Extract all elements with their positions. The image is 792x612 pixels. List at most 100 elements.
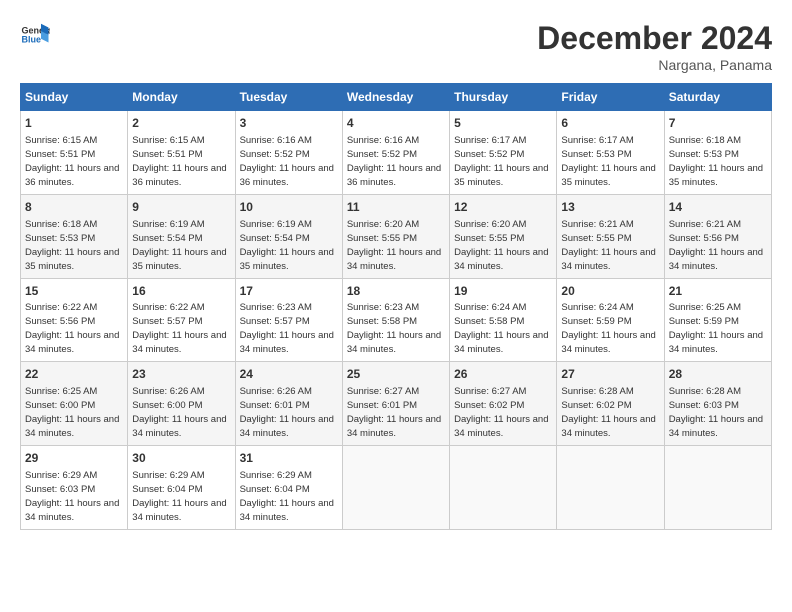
day-info: Sunrise: 6:19 AMSunset: 5:54 PMDaylight:… bbox=[240, 219, 334, 272]
calendar-day-cell: 7 Sunrise: 6:18 AMSunset: 5:53 PMDayligh… bbox=[664, 111, 771, 195]
day-info: Sunrise: 6:23 AMSunset: 5:58 PMDaylight:… bbox=[347, 302, 441, 355]
day-info: Sunrise: 6:18 AMSunset: 5:53 PMDaylight:… bbox=[25, 219, 119, 272]
day-number: 4 bbox=[347, 115, 445, 132]
calendar-header-row: SundayMondayTuesdayWednesdayThursdayFrid… bbox=[21, 84, 772, 111]
day-number: 19 bbox=[454, 283, 552, 300]
day-info: Sunrise: 6:16 AMSunset: 5:52 PMDaylight:… bbox=[347, 135, 441, 188]
calendar-day-header: Sunday bbox=[21, 84, 128, 111]
calendar-day-cell bbox=[450, 446, 557, 530]
day-number: 21 bbox=[669, 283, 767, 300]
day-number: 3 bbox=[240, 115, 338, 132]
calendar-day-cell: 29 Sunrise: 6:29 AMSunset: 6:03 PMDaylig… bbox=[21, 446, 128, 530]
calendar-day-cell: 23 Sunrise: 6:26 AMSunset: 6:00 PMDaylig… bbox=[128, 362, 235, 446]
day-info: Sunrise: 6:25 AMSunset: 6:00 PMDaylight:… bbox=[25, 386, 119, 439]
day-info: Sunrise: 6:20 AMSunset: 5:55 PMDaylight:… bbox=[347, 219, 441, 272]
day-number: 30 bbox=[132, 450, 230, 467]
day-number: 27 bbox=[561, 366, 659, 383]
calendar-day-cell: 27 Sunrise: 6:28 AMSunset: 6:02 PMDaylig… bbox=[557, 362, 664, 446]
calendar-week-row: 8 Sunrise: 6:18 AMSunset: 5:53 PMDayligh… bbox=[21, 194, 772, 278]
day-number: 24 bbox=[240, 366, 338, 383]
calendar-day-cell: 17 Sunrise: 6:23 AMSunset: 5:57 PMDaylig… bbox=[235, 278, 342, 362]
day-info: Sunrise: 6:15 AMSunset: 5:51 PMDaylight:… bbox=[132, 135, 226, 188]
calendar-day-cell: 16 Sunrise: 6:22 AMSunset: 5:57 PMDaylig… bbox=[128, 278, 235, 362]
calendar-day-cell: 19 Sunrise: 6:24 AMSunset: 5:58 PMDaylig… bbox=[450, 278, 557, 362]
day-number: 28 bbox=[669, 366, 767, 383]
day-info: Sunrise: 6:23 AMSunset: 5:57 PMDaylight:… bbox=[240, 302, 334, 355]
calendar-day-header: Saturday bbox=[664, 84, 771, 111]
calendar-day-cell: 12 Sunrise: 6:20 AMSunset: 5:55 PMDaylig… bbox=[450, 194, 557, 278]
calendar-day-cell bbox=[557, 446, 664, 530]
day-info: Sunrise: 6:27 AMSunset: 6:02 PMDaylight:… bbox=[454, 386, 548, 439]
calendar-day-cell: 5 Sunrise: 6:17 AMSunset: 5:52 PMDayligh… bbox=[450, 111, 557, 195]
day-info: Sunrise: 6:26 AMSunset: 6:01 PMDaylight:… bbox=[240, 386, 334, 439]
day-info: Sunrise: 6:24 AMSunset: 5:58 PMDaylight:… bbox=[454, 302, 548, 355]
day-number: 20 bbox=[561, 283, 659, 300]
calendar-day-cell bbox=[664, 446, 771, 530]
day-number: 16 bbox=[132, 283, 230, 300]
calendar-day-cell: 11 Sunrise: 6:20 AMSunset: 5:55 PMDaylig… bbox=[342, 194, 449, 278]
month-title: December 2024 bbox=[537, 20, 772, 57]
calendar-day-cell: 21 Sunrise: 6:25 AMSunset: 5:59 PMDaylig… bbox=[664, 278, 771, 362]
day-info: Sunrise: 6:28 AMSunset: 6:03 PMDaylight:… bbox=[669, 386, 763, 439]
day-info: Sunrise: 6:29 AMSunset: 6:04 PMDaylight:… bbox=[240, 470, 334, 523]
calendar-day-cell: 22 Sunrise: 6:25 AMSunset: 6:00 PMDaylig… bbox=[21, 362, 128, 446]
calendar-day-cell: 6 Sunrise: 6:17 AMSunset: 5:53 PMDayligh… bbox=[557, 111, 664, 195]
day-number: 2 bbox=[132, 115, 230, 132]
day-number: 10 bbox=[240, 199, 338, 216]
day-number: 12 bbox=[454, 199, 552, 216]
day-info: Sunrise: 6:15 AMSunset: 5:51 PMDaylight:… bbox=[25, 135, 119, 188]
calendar-day-cell: 28 Sunrise: 6:28 AMSunset: 6:03 PMDaylig… bbox=[664, 362, 771, 446]
calendar-day-cell: 25 Sunrise: 6:27 AMSunset: 6:01 PMDaylig… bbox=[342, 362, 449, 446]
calendar-day-header: Friday bbox=[557, 84, 664, 111]
day-info: Sunrise: 6:26 AMSunset: 6:00 PMDaylight:… bbox=[132, 386, 226, 439]
day-number: 31 bbox=[240, 450, 338, 467]
day-number: 18 bbox=[347, 283, 445, 300]
day-number: 17 bbox=[240, 283, 338, 300]
calendar-day-cell: 18 Sunrise: 6:23 AMSunset: 5:58 PMDaylig… bbox=[342, 278, 449, 362]
calendar-day-cell: 2 Sunrise: 6:15 AMSunset: 5:51 PMDayligh… bbox=[128, 111, 235, 195]
calendar-table: SundayMondayTuesdayWednesdayThursdayFrid… bbox=[20, 83, 772, 530]
calendar-day-cell: 15 Sunrise: 6:22 AMSunset: 5:56 PMDaylig… bbox=[21, 278, 128, 362]
calendar-day-header: Thursday bbox=[450, 84, 557, 111]
location-subtitle: Nargana, Panama bbox=[537, 57, 772, 73]
day-info: Sunrise: 6:18 AMSunset: 5:53 PMDaylight:… bbox=[669, 135, 763, 188]
calendar-day-cell bbox=[342, 446, 449, 530]
calendar-day-cell: 3 Sunrise: 6:16 AMSunset: 5:52 PMDayligh… bbox=[235, 111, 342, 195]
day-number: 14 bbox=[669, 199, 767, 216]
calendar-week-row: 29 Sunrise: 6:29 AMSunset: 6:03 PMDaylig… bbox=[21, 446, 772, 530]
calendar-day-header: Wednesday bbox=[342, 84, 449, 111]
calendar-day-cell: 13 Sunrise: 6:21 AMSunset: 5:55 PMDaylig… bbox=[557, 194, 664, 278]
calendar-day-header: Tuesday bbox=[235, 84, 342, 111]
calendar-day-cell: 30 Sunrise: 6:29 AMSunset: 6:04 PMDaylig… bbox=[128, 446, 235, 530]
day-number: 7 bbox=[669, 115, 767, 132]
calendar-day-cell: 26 Sunrise: 6:27 AMSunset: 6:02 PMDaylig… bbox=[450, 362, 557, 446]
day-info: Sunrise: 6:29 AMSunset: 6:04 PMDaylight:… bbox=[132, 470, 226, 523]
calendar-day-cell: 1 Sunrise: 6:15 AMSunset: 5:51 PMDayligh… bbox=[21, 111, 128, 195]
svg-text:Blue: Blue bbox=[22, 35, 42, 45]
calendar-week-row: 1 Sunrise: 6:15 AMSunset: 5:51 PMDayligh… bbox=[21, 111, 772, 195]
calendar-day-header: Monday bbox=[128, 84, 235, 111]
day-info: Sunrise: 6:25 AMSunset: 5:59 PMDaylight:… bbox=[669, 302, 763, 355]
logo: General Blue bbox=[20, 20, 50, 50]
page-header: General Blue December 2024 Nargana, Pana… bbox=[20, 20, 772, 73]
day-number: 6 bbox=[561, 115, 659, 132]
day-number: 5 bbox=[454, 115, 552, 132]
day-info: Sunrise: 6:29 AMSunset: 6:03 PMDaylight:… bbox=[25, 470, 119, 523]
calendar-day-cell: 31 Sunrise: 6:29 AMSunset: 6:04 PMDaylig… bbox=[235, 446, 342, 530]
calendar-day-cell: 10 Sunrise: 6:19 AMSunset: 5:54 PMDaylig… bbox=[235, 194, 342, 278]
day-info: Sunrise: 6:27 AMSunset: 6:01 PMDaylight:… bbox=[347, 386, 441, 439]
day-info: Sunrise: 6:19 AMSunset: 5:54 PMDaylight:… bbox=[132, 219, 226, 272]
day-number: 25 bbox=[347, 366, 445, 383]
day-info: Sunrise: 6:24 AMSunset: 5:59 PMDaylight:… bbox=[561, 302, 655, 355]
day-info: Sunrise: 6:16 AMSunset: 5:52 PMDaylight:… bbox=[240, 135, 334, 188]
day-number: 15 bbox=[25, 283, 123, 300]
day-info: Sunrise: 6:17 AMSunset: 5:53 PMDaylight:… bbox=[561, 135, 655, 188]
day-number: 26 bbox=[454, 366, 552, 383]
day-info: Sunrise: 6:21 AMSunset: 5:55 PMDaylight:… bbox=[561, 219, 655, 272]
calendar-day-cell: 20 Sunrise: 6:24 AMSunset: 5:59 PMDaylig… bbox=[557, 278, 664, 362]
calendar-day-cell: 9 Sunrise: 6:19 AMSunset: 5:54 PMDayligh… bbox=[128, 194, 235, 278]
day-number: 1 bbox=[25, 115, 123, 132]
calendar-day-cell: 4 Sunrise: 6:16 AMSunset: 5:52 PMDayligh… bbox=[342, 111, 449, 195]
day-info: Sunrise: 6:20 AMSunset: 5:55 PMDaylight:… bbox=[454, 219, 548, 272]
day-number: 8 bbox=[25, 199, 123, 216]
